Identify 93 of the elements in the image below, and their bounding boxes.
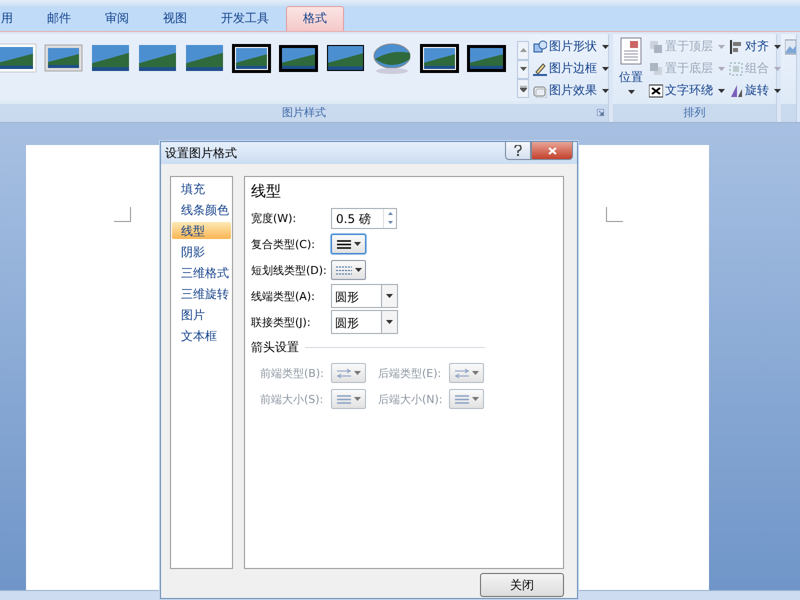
arrow-style-icon	[336, 368, 350, 378]
effects-icon	[533, 84, 547, 98]
category-item[interactable]: 三维格式	[172, 264, 231, 281]
shapes-icon	[533, 40, 547, 54]
ribbon-tab[interactable]: 用	[0, 6, 30, 31]
spin-field[interactable]: 0.5 磅	[331, 208, 397, 228]
caret-icon	[520, 66, 526, 72]
ribbon-command[interactable]: 旋转	[729, 81, 781, 100]
caret-icon	[628, 90, 634, 94]
caret-icon	[386, 294, 393, 298]
ribbon-tab[interactable]: 开发工具	[204, 6, 286, 31]
caret-icon	[774, 44, 781, 48]
caret-icon	[718, 88, 725, 92]
field-label: 宽度(W):	[251, 210, 298, 226]
field-label: 前端类型(B):	[260, 366, 325, 380]
caret-icon	[602, 44, 609, 48]
ribbon-tab[interactable]: 审阅	[88, 6, 146, 31]
picture-style-thumbnail	[0, 41, 37, 75]
caret-icon	[472, 397, 478, 401]
category-item[interactable]: 图片	[172, 306, 231, 323]
ribbon-command[interactable]: 对齐	[729, 37, 781, 56]
ribbon-tab[interactable]: 视图	[146, 6, 204, 31]
pencil-icon	[533, 62, 547, 76]
dropdown[interactable]: 圆形	[331, 310, 398, 334]
picture-style-thumbnail	[372, 41, 413, 75]
caret-icon	[354, 371, 360, 375]
ribbon-tab[interactable]: 格式	[286, 6, 344, 31]
corner-mark	[606, 207, 623, 222]
field-label: 后端大小(N):	[378, 392, 444, 406]
field-label: 联接类型(J):	[251, 314, 312, 330]
close-icon	[548, 146, 556, 154]
dialog-title: 设置图片格式	[165, 144, 238, 162]
ribbon-command[interactable]: 图片形状	[533, 37, 609, 56]
category-item[interactable]: 三维旋转	[172, 285, 231, 302]
caret-icon	[774, 66, 781, 70]
caret-icon	[774, 88, 781, 92]
line-style-icon	[336, 394, 350, 404]
close-dialog-button[interactable]: 关闭	[480, 573, 564, 597]
caret-icon	[354, 242, 360, 246]
down-arrow-icon	[388, 221, 392, 224]
field-label: 后端类型(E):	[378, 366, 442, 380]
question-icon	[514, 145, 522, 156]
picture-style-thumbnail	[231, 41, 272, 75]
caret-icon	[602, 66, 609, 70]
field-label: 短划线类型(D):	[251, 262, 328, 278]
group-label: 排列	[613, 104, 776, 122]
field-label: 前端大小(S):	[260, 392, 324, 406]
category-item[interactable]: 线型	[172, 222, 231, 239]
category-item[interactable]: 阴影	[172, 243, 231, 260]
gallery-more-button[interactable]	[517, 79, 529, 98]
field-label: 复合类型(C):	[251, 236, 316, 252]
ribbon-command[interactable]: 图片效果	[533, 81, 609, 100]
dialog-launcher-icon	[597, 109, 604, 116]
page-position-icon	[620, 37, 642, 65]
line-style-icon	[454, 394, 468, 404]
category-item[interactable]: 填充	[172, 180, 231, 197]
picture-style-thumbnail	[419, 41, 460, 75]
caret-icon	[354, 268, 362, 272]
caret-icon	[386, 320, 393, 324]
group-icon	[729, 62, 743, 76]
arrow-style-icon	[454, 368, 468, 378]
caret-icon	[520, 48, 526, 54]
ribbon-command[interactable]: 文字环绕	[649, 81, 725, 100]
layers-icon	[649, 40, 663, 54]
caret-icon	[354, 397, 360, 401]
caret-icon	[602, 88, 609, 92]
caret-icon	[520, 86, 526, 92]
section-heading: 箭头设置	[251, 338, 299, 356]
ribbon-tab[interactable]: 邮件	[30, 6, 88, 31]
layers-icon	[649, 62, 663, 76]
caret-icon	[472, 371, 478, 375]
crop-icon	[785, 37, 796, 57]
scroll-down-button[interactable]	[517, 60, 529, 79]
line-style-dropdown[interactable]	[331, 234, 366, 254]
dash-style-icon	[336, 266, 352, 274]
close-button[interactable]	[531, 142, 573, 160]
help-button[interactable]	[505, 142, 531, 160]
ribbon-command[interactable]: 位置	[613, 37, 649, 94]
section-title: 线型	[251, 182, 282, 201]
dropdown[interactable]: 圆形	[331, 284, 398, 308]
caret-icon	[718, 44, 725, 48]
line-style-icon	[336, 240, 350, 248]
text-wrap-icon	[649, 84, 663, 98]
category-item[interactable]: 线条颜色	[172, 201, 231, 218]
ribbon-command[interactable]: 图片边框	[533, 59, 609, 78]
field-label: 线端类型(A):	[251, 288, 316, 304]
category-item[interactable]: 文本框	[172, 327, 231, 344]
align-icon	[729, 40, 743, 54]
rotate-icon	[729, 84, 743, 98]
up-arrow-icon	[388, 212, 392, 215]
corner-mark	[114, 207, 131, 222]
caret-icon	[718, 66, 725, 70]
group-label: 图片样式	[282, 106, 326, 119]
